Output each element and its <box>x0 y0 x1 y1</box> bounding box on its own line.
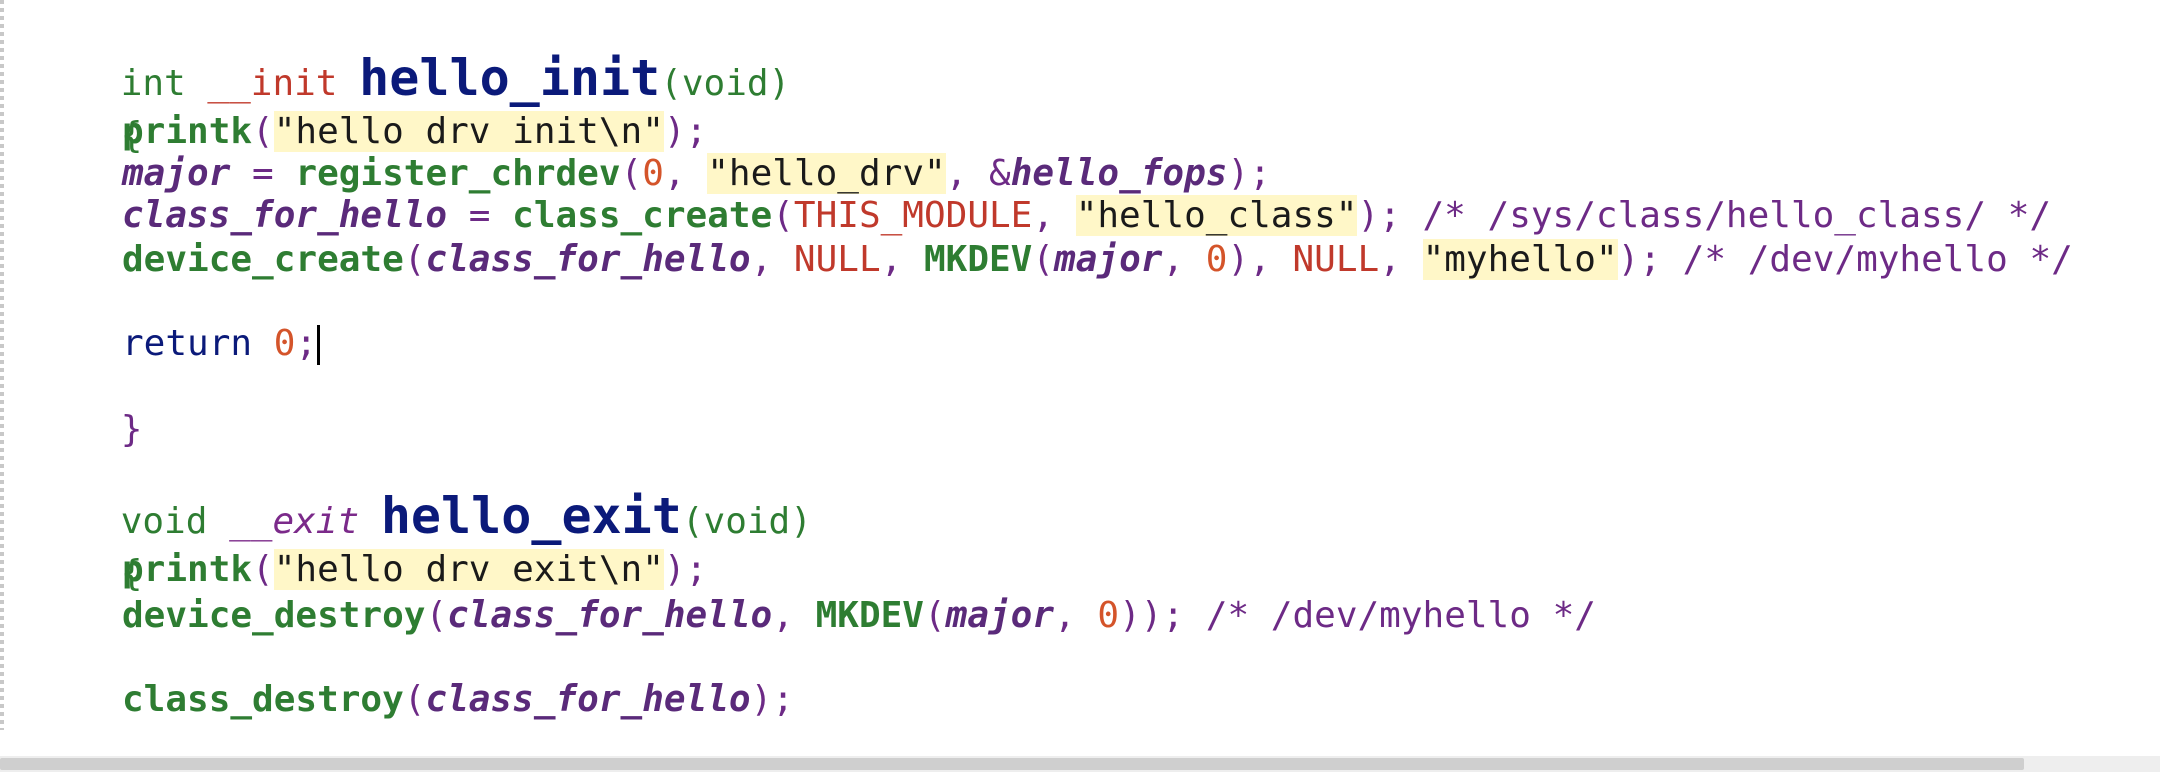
variable: class_for_hello <box>425 679 751 720</box>
code-line-5[interactable]: class_for_hello = class_create(THIS_MODU… <box>122 194 2051 238</box>
code-line-12[interactable]: device_destroy(class_for_hello, MKDEV(ma… <box>122 594 1596 638</box>
code-line-4[interactable]: major = register_chrdev(0, "hello_drv", … <box>122 152 1271 196</box>
function-call: device_destroy <box>122 595 426 636</box>
constant: NULL <box>1292 239 1380 280</box>
return-keyword: return <box>122 323 253 364</box>
code-editor[interactable]: int __init hello_init(void) { printk("he… <box>0 0 2160 772</box>
close-brace: } <box>120 409 143 450</box>
function-args: (void) <box>681 501 812 542</box>
string-literal: "hello drv init\n" <box>273 111 664 152</box>
variable: major <box>122 153 231 194</box>
code-line-10[interactable]: { <box>34 508 143 594</box>
function-call: register_chrdev <box>295 153 621 194</box>
variable: hello_fops <box>1010 153 1228 194</box>
string-literal: "hello_class" <box>1075 195 1358 236</box>
variable: class_for_hello <box>425 239 751 280</box>
string-literal: "hello_drv" <box>707 153 946 194</box>
horizontal-scrollbar[interactable] <box>0 756 2160 772</box>
variable: major <box>1054 239 1163 280</box>
code-line-6[interactable]: device_create(class_for_hello, NULL, MKD… <box>122 238 2073 282</box>
function-call: class_create <box>512 195 773 236</box>
code-line-1[interactable]: int __init hello_init(void) <box>34 12 791 104</box>
code-line-13[interactable]: class_destroy(class_for_hello); <box>122 678 794 722</box>
constant: THIS_MODULE <box>793 195 1033 236</box>
number-literal: 0 <box>642 153 664 194</box>
code-line-7[interactable]: return 0; <box>122 322 321 366</box>
variable: class_for_hello <box>447 595 773 636</box>
variable: class_for_hello <box>122 195 448 236</box>
function-name: hello_init <box>359 49 661 107</box>
variable: major <box>945 595 1055 636</box>
comment: /* /sys/class/hello_class/ */ <box>1400 195 2052 236</box>
comment: /* /dev/myhello */ <box>1661 239 2073 280</box>
code-line-2[interactable]: { <box>34 70 143 156</box>
function-call: printk <box>122 111 253 152</box>
function-call: device_create <box>122 239 404 280</box>
number-literal: 0 <box>1097 595 1120 636</box>
scrollbar-thumb[interactable] <box>0 758 2024 770</box>
gutter-indent-guide <box>0 0 4 730</box>
function-name: hello_exit <box>380 487 682 545</box>
macro-call: MKDEV <box>923 239 1033 280</box>
function-call: printk <box>122 549 253 590</box>
comment: /* /dev/myhello */ <box>1184 595 1596 636</box>
code-line-8[interactable]: } <box>34 364 143 450</box>
init-macro: __init <box>207 63 338 104</box>
number-literal: 0 <box>273 323 296 364</box>
text-cursor <box>317 325 321 365</box>
constant: NULL <box>793 239 881 280</box>
function-args: (void) <box>660 63 791 104</box>
macro-call: MKDEV <box>815 595 924 636</box>
code-line-11[interactable]: printk("hello drv exit\n"); <box>122 548 707 592</box>
exit-macro: __exit <box>229 501 360 542</box>
string-literal: "hello drv exit\n" <box>273 549 664 590</box>
string-literal: "myhello" <box>1422 239 1618 280</box>
code-line-9[interactable]: void __exit hello_exit(void) <box>34 450 812 542</box>
code-line-3[interactable]: printk("hello drv init\n"); <box>122 110 707 154</box>
function-call: class_destroy <box>122 679 404 720</box>
number-literal: 0 <box>1205 239 1228 280</box>
